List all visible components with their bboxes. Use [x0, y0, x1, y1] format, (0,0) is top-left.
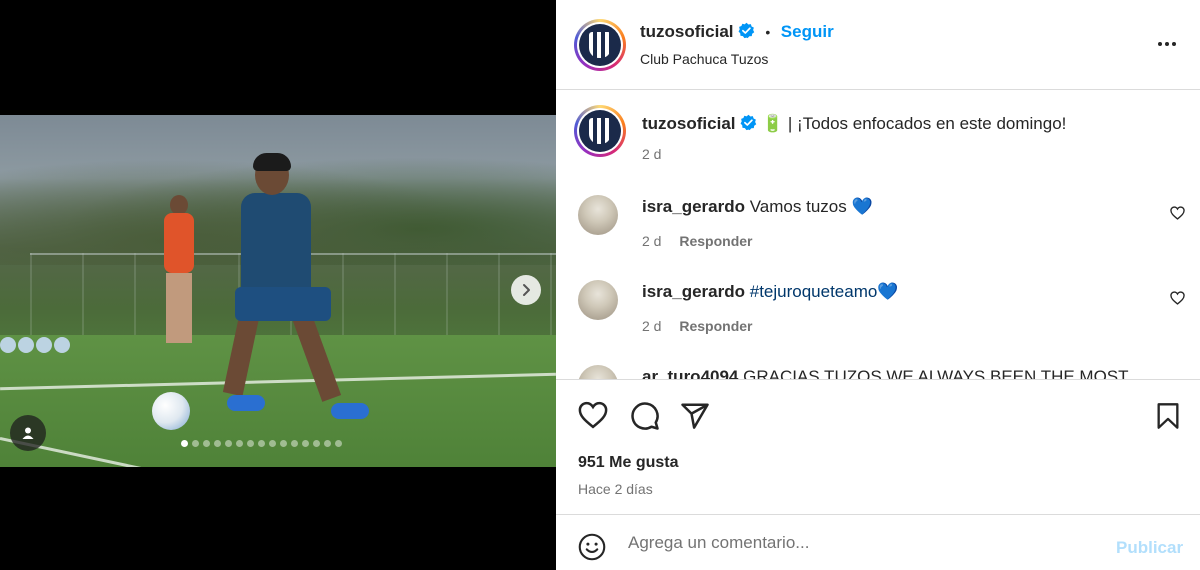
reply-button[interactable]: Responder [679, 233, 752, 249]
like-comment-icon[interactable] [1170, 291, 1185, 305]
more-options-button[interactable] [1153, 32, 1181, 56]
carousel-dot [225, 440, 232, 447]
post-media [0, 0, 556, 570]
carousel-dot [258, 440, 265, 447]
bookmark-icon[interactable] [1155, 402, 1181, 430]
verified-icon [740, 114, 757, 131]
commenter-avatar[interactable] [578, 365, 618, 379]
comment-username[interactable]: isra_gerardo [642, 197, 745, 216]
comment-meta: 2 d Responder [642, 233, 752, 249]
comment-body: isra_gerardo Vamos tuzos 💙 [642, 197, 1162, 217]
account-avatar[interactable] [574, 19, 626, 71]
ball-row [0, 337, 72, 357]
carousel-dot [335, 440, 342, 447]
post-actions: 951 Me gusta Hace 2 días [556, 379, 1200, 515]
carousel-dot [302, 440, 309, 447]
commenter-avatar[interactable] [578, 195, 618, 235]
caption-text: | ¡Todos enfocados en este domingo! [787, 114, 1067, 133]
likes-count[interactable]: 951 Me gusta [578, 454, 678, 472]
like-comment-icon[interactable] [1170, 206, 1185, 220]
user-tag-icon [22, 427, 34, 439]
comment-username[interactable]: ar_turo4094 [642, 367, 738, 379]
reply-button[interactable]: Responder [679, 318, 752, 334]
emoji-icon[interactable] [578, 533, 606, 561]
carousel-dot [313, 440, 320, 447]
post-header: tuzosoficial • Seguir Club Pachuca Tuzos [556, 0, 1200, 90]
carousel-dot [203, 440, 210, 447]
carousel-next-button[interactable] [511, 275, 541, 305]
comment-body: ar_turo4094 GRACIAS TUZOS WE ALWAYS BEEN… [642, 367, 1162, 379]
follow-button[interactable]: Seguir [781, 22, 834, 41]
main-player [222, 153, 369, 425]
blue-heart-emoji: 💙 [851, 197, 873, 216]
chevron-right-icon [523, 284, 530, 296]
comment-username[interactable]: isra_gerardo [642, 282, 745, 301]
carousel-dot [280, 440, 287, 447]
carousel-dot [247, 440, 254, 447]
comment-composer: Publicar [556, 516, 1200, 570]
commenter-avatar[interactable] [578, 280, 618, 320]
carousel-dot [324, 440, 331, 447]
heart-icon[interactable] [578, 401, 608, 429]
carousel-dots [181, 440, 342, 447]
comment-time: 2 d [642, 318, 662, 334]
carousel-dot [291, 440, 298, 447]
more-icon [1158, 42, 1162, 46]
carousel-dot [269, 440, 276, 447]
comment-hashtag[interactable]: #tejuroqueteamo [750, 282, 878, 301]
carousel-dot [214, 440, 221, 447]
share-icon[interactable] [680, 401, 710, 431]
comment-time: 2 d [642, 233, 662, 249]
caption-username[interactable]: tuzosoficial [642, 114, 736, 133]
publish-button[interactable]: Publicar [1116, 538, 1183, 558]
post-age[interactable]: Hace 2 días [578, 481, 653, 497]
dot-separator: • [765, 24, 771, 40]
comment-body: isra_gerardo #tejuroqueteamo💙 [642, 282, 1162, 302]
header-identity: tuzosoficial • Seguir [640, 22, 834, 42]
post-photo[interactable] [0, 115, 556, 467]
comment-meta: 2 d Responder [642, 318, 752, 334]
verified-icon [738, 22, 755, 39]
caption-body: tuzosoficial 🔋 | ¡Todos enfocados en est… [642, 114, 1162, 134]
battery-emoji: 🔋 [761, 114, 784, 133]
carousel-dot [181, 440, 188, 447]
comments-list[interactable]: tuzosoficial 🔋 | ¡Todos enfocados en est… [556, 91, 1200, 379]
account-username[interactable]: tuzosoficial [640, 22, 734, 41]
carousel-dot [192, 440, 199, 447]
carousel-dot [236, 440, 243, 447]
caption-avatar[interactable] [574, 105, 626, 157]
background-player [160, 195, 200, 345]
soccer-ball [152, 392, 190, 430]
post-panel: tuzosoficial • Seguir Club Pachuca Tuzos… [556, 0, 1200, 570]
comment-icon[interactable] [630, 401, 660, 431]
blue-heart-emoji: 💙 [877, 282, 899, 301]
comment-input[interactable] [628, 532, 1068, 554]
comment-text: GRACIAS TUZOS WE ALWAYS BEEN THE MOST [743, 367, 1129, 379]
tagged-users-button[interactable] [10, 415, 46, 451]
caption-time: 2 d [642, 146, 662, 162]
comment-text: Vamos tuzos [749, 197, 847, 216]
post-location[interactable]: Club Pachuca Tuzos [640, 51, 768, 67]
